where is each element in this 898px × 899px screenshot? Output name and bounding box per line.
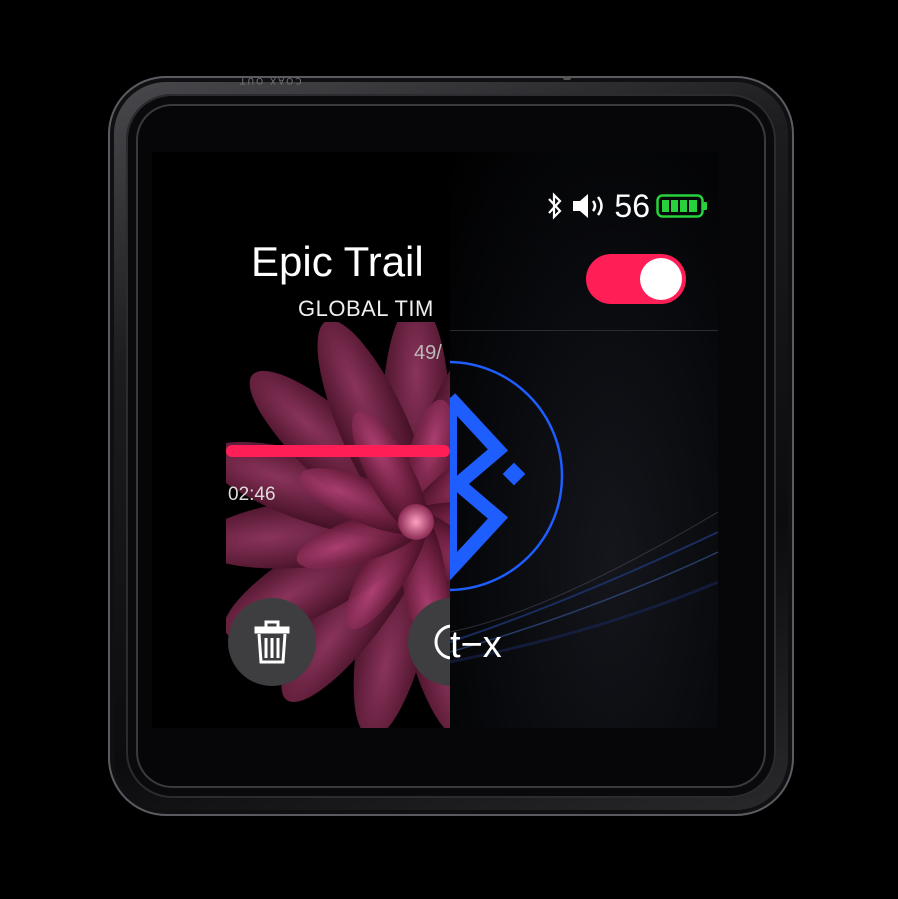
bluetooth-view: 56 t−x [450,152,718,728]
track-counter: 49/ [414,342,442,364]
now-playing-view: Epic Trail GLOBAL TIM 49/ 02:46 [152,152,450,728]
toggle-knob [640,258,682,300]
bluetooth-large-icon [450,360,564,592]
trash-icon [254,620,290,664]
coax-out-label: COAX OUT [238,75,302,85]
song-title: Epic Trail [251,238,424,285]
volume-level: 56 [614,187,650,224]
device-screen: Epic Trail GLOBAL TIM 49/ 02:46 56 t−x [152,152,718,728]
timer-icon [434,624,450,660]
status-bar: 56 [546,188,708,224]
bluetooth-toggle[interactable] [586,254,686,304]
delete-button[interactable] [228,598,316,686]
artist-name: GLOBAL TIM [298,296,434,321]
battery-icon [656,194,707,218]
sleep-timer-button[interactable] [408,598,450,686]
divider [450,330,718,331]
progress-bar[interactable] [226,445,450,457]
transmit-mode-label: t−x [450,624,502,666]
speaker-icon [573,194,604,218]
elapsed-time: 02:46 [228,484,276,505]
bluetooth-icon [548,192,562,220]
power-button[interactable] [563,76,571,80]
